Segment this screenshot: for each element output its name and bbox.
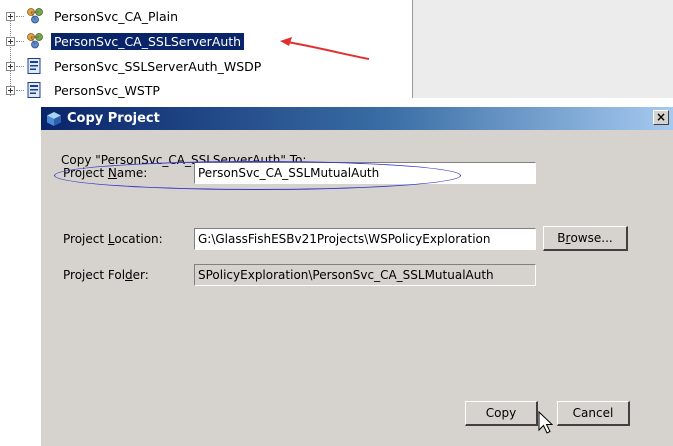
expand-icon[interactable] — [6, 61, 15, 71]
composite-app-icon — [27, 8, 43, 24]
expand-icon[interactable] — [6, 11, 15, 21]
tree-node-label[interactable]: PersonSvc_WSTP — [51, 82, 163, 99]
bpel-module-icon — [27, 82, 41, 98]
tree-node-label[interactable]: PersonSvc_CA_Plain — [51, 8, 181, 25]
annotation-arrow-icon — [280, 37, 370, 60]
copy-project-dialog: Copy Project × Copy "PersonSvc_CA_SSLSer… — [40, 106, 673, 446]
close-button[interactable]: × — [653, 110, 669, 125]
browse-button[interactable]: Br owse... — [543, 226, 628, 251]
tree-node-personsvc-ca-plain[interactable]: PersonSvc_CA_Plain — [6, 6, 181, 26]
close-icon: × — [655, 110, 667, 124]
project-location-input[interactable]: G:\GlassFishESBv21Projects\WSPolicyExplo… — [194, 228, 536, 250]
mouse-pointer-icon — [538, 411, 554, 434]
cancel-button[interactable]: Cancel — [557, 401, 630, 426]
project-name-label: Project Name: — [63, 166, 148, 180]
copy-button[interactable]: Copy — [465, 401, 538, 426]
project-folder-label: Project Folder: — [63, 268, 149, 282]
tree-node-personsvc-sslserverauth-wsdp[interactable]: PersonSvc_SSLServerAuth_WSDP — [6, 56, 264, 76]
expand-icon[interactable] — [6, 85, 15, 95]
bpel-module-icon — [27, 58, 41, 74]
dialog-title: Copy Project — [67, 111, 160, 126]
project-location-label: Project Location: — [63, 232, 163, 246]
tree-node-personsvc-wstp[interactable]: PersonSvc_WSTP — [6, 80, 163, 100]
project-folder-field: SPolicyExploration\PersonSvc_CA_SSLMutua… — [194, 264, 536, 286]
composite-app-icon — [27, 33, 43, 49]
tree-node-label[interactable]: PersonSvc_CA_SSLServerAuth — [51, 32, 245, 50]
tree-node-personsvc-ca-sslserverauth[interactable]: PersonSvc_CA_SSLServerAuth — [6, 31, 245, 51]
netbeans-cube-icon — [47, 111, 61, 126]
tree-node-label[interactable]: PersonSvc_SSLServerAuth_WSDP — [51, 58, 264, 75]
project-name-input[interactable]: PersonSvc_CA_SSLMutualAuth — [194, 162, 536, 184]
dialog-titlebar[interactable]: Copy Project × — [41, 107, 673, 130]
editor-panel — [412, 0, 673, 98]
expand-icon[interactable] — [6, 36, 15, 46]
